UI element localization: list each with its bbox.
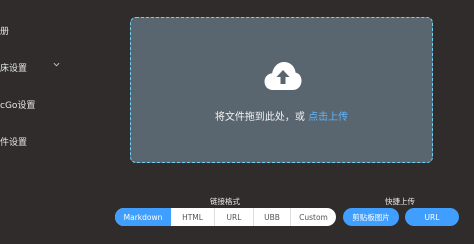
cloud-upload-icon: [264, 62, 302, 90]
sidebar-item-album[interactable]: 册: [0, 24, 9, 37]
link-format-title: 链接格式: [210, 197, 240, 206]
sidebar-item-label: cGo设置: [0, 101, 36, 111]
chevron-down-icon[interactable]: [53, 61, 60, 68]
sidebar-item-plugin-settings[interactable]: 件设置: [0, 135, 27, 148]
link-format-selector: Markdown HTML URL UBB Custom: [115, 208, 336, 226]
format-url-button[interactable]: URL: [215, 208, 254, 226]
format-custom-button[interactable]: Custom: [291, 208, 336, 226]
sidebar-item-label: 床设置: [0, 64, 28, 74]
upload-hint-text: 将文件拖到此处，或: [214, 112, 309, 123]
clipboard-image-button[interactable]: 剪贴板图片: [343, 208, 399, 226]
url-upload-button[interactable]: URL: [405, 208, 459, 226]
sidebar-item-label: 件设置: [0, 138, 28, 148]
sidebar-item-picgo-settings[interactable]: cGo设置: [0, 98, 35, 111]
upload-hint: 将文件拖到此处，或 点击上传: [131, 108, 432, 123]
format-ubb-button[interactable]: UBB: [254, 208, 291, 226]
format-markdown-button[interactable]: Markdown: [115, 208, 171, 226]
quick-upload-title: 快捷上传: [385, 197, 415, 206]
sidebar-item-label: 册: [0, 27, 10, 37]
click-upload-link[interactable]: 点击上传: [308, 112, 348, 123]
sidebar-item-picbed-settings[interactable]: 床设置: [0, 61, 27, 74]
upload-dropzone[interactable]: 将文件拖到此处，或 点击上传: [130, 17, 433, 163]
format-html-button[interactable]: HTML: [171, 208, 215, 226]
